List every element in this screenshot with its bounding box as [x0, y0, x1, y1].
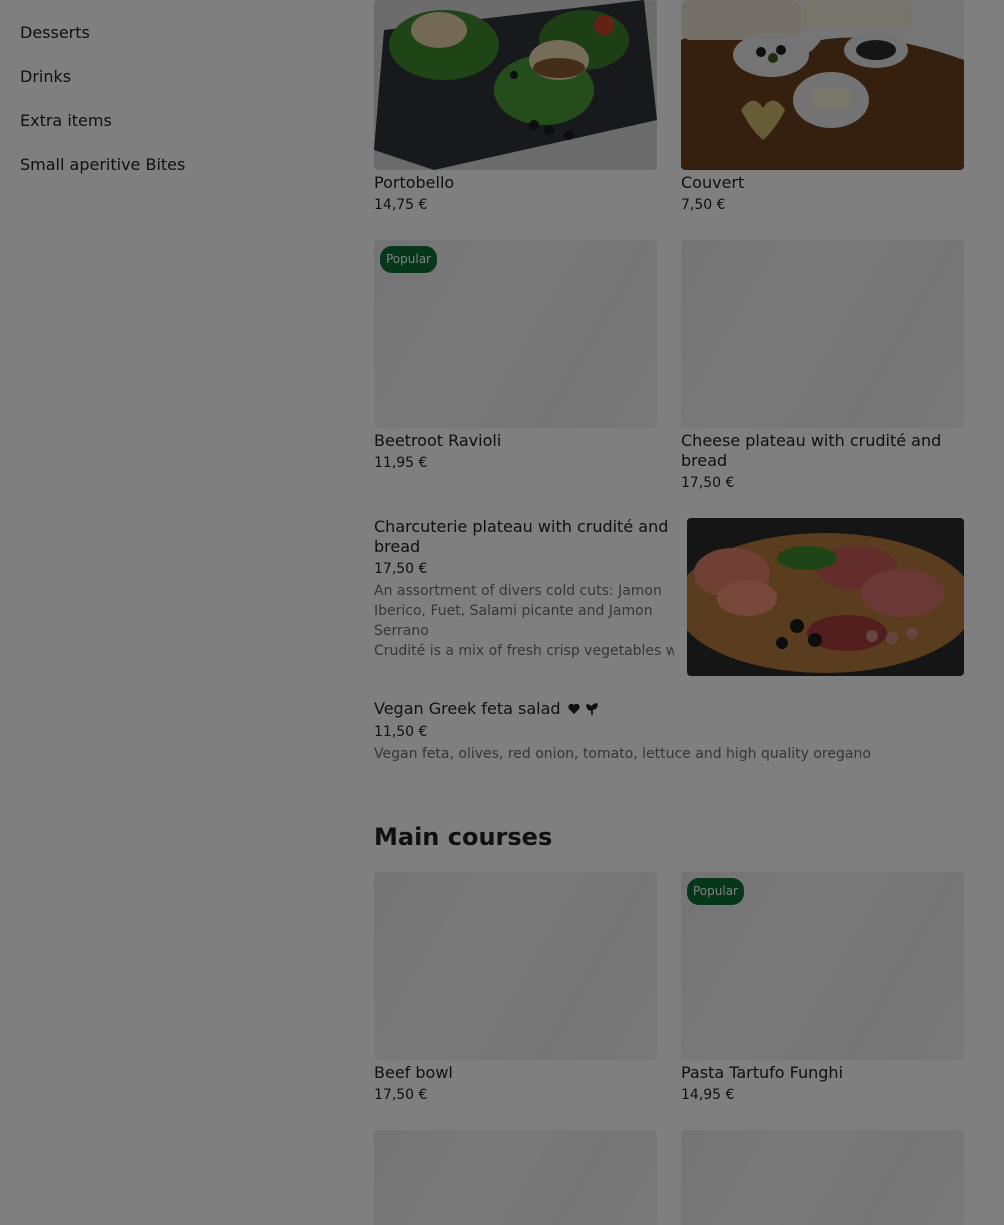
modal-backdrop[interactable]	[0, 0, 1004, 1225]
